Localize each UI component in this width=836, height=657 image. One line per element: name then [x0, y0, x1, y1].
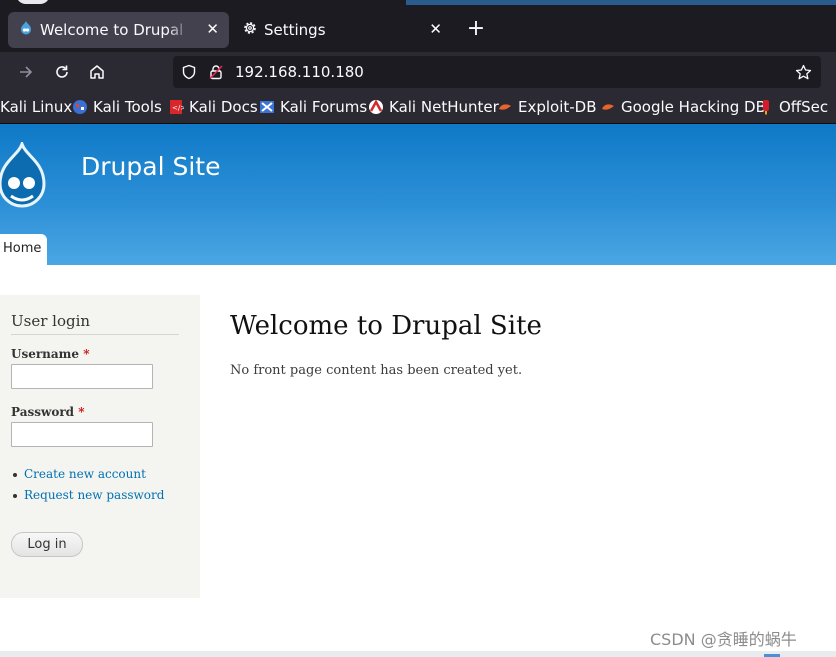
bookmark-label: Kali Docs — [189, 98, 258, 116]
bookmark-label: Kali Forums — [280, 98, 368, 116]
window-top-edge — [0, 0, 836, 8]
tab-settings[interactable]: Settings ✕ — [232, 12, 452, 48]
star-bookmark-icon[interactable] — [795, 64, 812, 85]
tab-home[interactable]: Home — [0, 234, 47, 265]
tab-title: Settings — [264, 21, 326, 39]
bookmark-kali-docs[interactable]: </> Kali Docs — [168, 98, 258, 116]
bookmark-label: Exploit-DB — [518, 98, 597, 116]
bookmark-label: Kali Tools — [93, 98, 162, 116]
insecure-lock-icon[interactable] — [208, 64, 224, 84]
shield-icon[interactable] — [181, 64, 197, 84]
bookmark-kali-linux[interactable]: Kali Linux — [0, 98, 72, 116]
watermark-text: CSDN @贪睡的蜗牛 — [650, 630, 797, 649]
drupal-favicon-icon — [18, 20, 34, 40]
tab-title: Welcome to Drupal Site | D — [40, 21, 190, 39]
drupal-logo-icon[interactable] — [0, 139, 48, 216]
username-label-text: Username — [11, 347, 80, 361]
password-label-text: Password — [11, 405, 75, 419]
ghdb-icon — [600, 99, 616, 115]
forward-arrow-icon[interactable] — [16, 62, 36, 82]
request-password-link[interactable]: Request new password — [11, 488, 164, 509]
bookmark-label: Kali Linux — [0, 98, 73, 116]
username-label: Username * — [11, 347, 89, 361]
site-header: Drupal Site Home — [0, 124, 836, 265]
site-name[interactable]: Drupal Site — [81, 152, 220, 181]
new-tab-button[interactable]: + — [466, 18, 486, 42]
kali-forums-icon — [259, 99, 275, 115]
login-block-title: User login — [11, 312, 91, 330]
bookmark-kali-tools[interactable]: Kali Tools — [72, 98, 162, 116]
navigation-bar: 192.168.110.180 — [0, 52, 836, 92]
sidebar: User login Username * Password * Create … — [0, 295, 200, 598]
tab-close-icon[interactable]: ✕ — [206, 20, 219, 38]
required-mark: * — [78, 405, 85, 419]
offsec-icon — [758, 99, 774, 115]
bookmark-label: Google Hacking DB — [621, 98, 766, 116]
gear-icon — [242, 20, 258, 40]
bottom-edge — [0, 651, 836, 657]
bookmark-label: OffSec — [779, 98, 829, 116]
url-bar[interactable]: 192.168.110.180 — [173, 56, 821, 88]
kali-docs-icon: </> — [168, 99, 186, 115]
bookmark-exploit-db[interactable]: Exploit-DB — [497, 98, 597, 116]
page-message: No front page content has been created y… — [230, 363, 523, 378]
exploit-db-icon — [497, 99, 513, 115]
tab-drupal[interactable]: Welcome to Drupal Site | D ✕ — [8, 12, 229, 48]
login-button[interactable]: Log in — [11, 532, 83, 557]
create-account-link[interactable]: Create new account — [11, 467, 164, 488]
bookmark-label: Kali NetHunter — [389, 98, 499, 116]
url-text[interactable]: 192.168.110.180 — [235, 63, 364, 81]
login-links: Create new account Request new password — [11, 467, 164, 509]
tab-bar: Welcome to Drupal Site | D ✕ Settings ✕ … — [0, 8, 836, 52]
reload-icon[interactable] — [52, 62, 72, 82]
bookmarks-toolbar: Kali Linux Kali Tools </> Kali Docs Kali… — [0, 92, 836, 124]
required-mark: * — [83, 347, 90, 361]
bookmark-kali-forums[interactable]: Kali Forums — [259, 98, 367, 116]
svg-text:</>: </> — [172, 104, 184, 112]
home-icon[interactable] — [87, 62, 107, 82]
nethunter-icon — [368, 99, 384, 115]
bookmark-offsec[interactable]: OffSec — [758, 98, 828, 116]
title-strip-accent — [406, 0, 836, 5]
username-field[interactable] — [11, 364, 153, 389]
kali-tools-icon — [72, 99, 88, 115]
page-title: Welcome to Drupal Site — [230, 311, 542, 341]
bookmark-kali-nethunter[interactable]: Kali NetHunter — [368, 98, 499, 116]
tab-close-icon[interactable]: ✕ — [429, 20, 442, 38]
firefox-menu-blob — [16, 0, 50, 4]
password-label: Password * — [11, 405, 85, 419]
divider — [11, 334, 179, 335]
password-field[interactable] — [11, 422, 153, 447]
bookmark-google-hacking-db[interactable]: Google Hacking DB — [600, 98, 766, 116]
